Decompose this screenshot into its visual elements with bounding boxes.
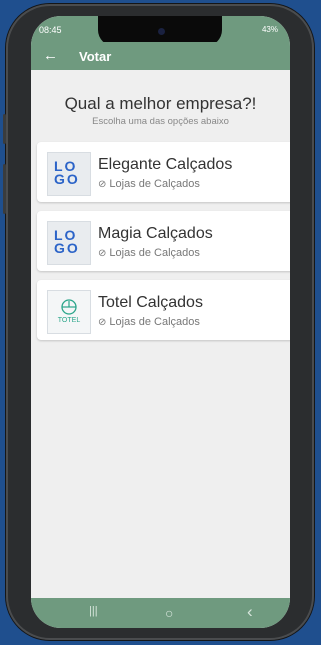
question-heading: Qual a melhor empresa?! bbox=[64, 94, 257, 113]
recent-apps-button[interactable]: ||| bbox=[89, 605, 98, 617]
logo-text: LO GO bbox=[54, 158, 84, 187]
company-name: Elegante Calçados bbox=[98, 156, 233, 173]
back-arrow-icon[interactable]: ← bbox=[43, 47, 58, 64]
camera-icon bbox=[158, 28, 165, 35]
tag-icon: ⊘ bbox=[98, 317, 107, 328]
side-button bbox=[3, 114, 6, 144]
category-label: Lojas de Calçados bbox=[109, 247, 200, 259]
company-name: Totel Calçados bbox=[98, 294, 203, 311]
totel-logo-text: TOTEL bbox=[58, 317, 81, 324]
side-button bbox=[3, 164, 6, 214]
company-card[interactable]: LO GO Magia Calçados ⊘ Lojas de Calçados bbox=[37, 211, 290, 271]
category-label: Lojas de Calçados bbox=[109, 316, 200, 328]
status-time: 08:45 bbox=[39, 25, 62, 35]
company-category: ⊘ Lojas de Calçados bbox=[98, 178, 200, 190]
logo-text: LO GO bbox=[54, 227, 84, 256]
logo-letters: LO GO bbox=[54, 158, 80, 187]
company-card[interactable]: LO GO Elegante Calçados ⊘ Lojas de Calçado… bbox=[37, 142, 290, 202]
company-logo: LO GO bbox=[47, 152, 91, 196]
totel-logo-icon: TOTEL bbox=[58, 299, 81, 324]
tag-icon: ⊘ bbox=[98, 248, 107, 259]
tag-icon: ⊘ bbox=[98, 179, 107, 190]
company-logo: TOTEL bbox=[47, 290, 91, 334]
app-screen: 08:45 43% ← Votar Qual a melhor empresa?… bbox=[31, 16, 290, 628]
battery-level: 43% bbox=[261, 25, 278, 34]
back-button[interactable]: ‹ bbox=[247, 602, 253, 622]
question-subheading: Escolha uma das opções abaixo bbox=[92, 116, 229, 127]
page-title: Votar bbox=[79, 49, 112, 64]
company-name: Magia Calçados bbox=[98, 225, 213, 242]
company-logo: LO GO bbox=[47, 221, 91, 265]
home-button[interactable]: ○ bbox=[165, 605, 173, 621]
category-label: Lojas de Calçados bbox=[109, 178, 200, 190]
app-bar: ← Votar bbox=[31, 42, 290, 70]
logo-letters: LO GO bbox=[54, 227, 80, 256]
system-nav-bar: ||| ○ ‹ bbox=[31, 598, 290, 628]
company-category: ⊘ Lojas de Calçados bbox=[98, 247, 200, 259]
company-card[interactable]: TOTEL Totel Calçados ⊘ Lojas de Calçados bbox=[37, 280, 290, 340]
company-category: ⊘ Lojas de Calçados bbox=[98, 316, 200, 328]
